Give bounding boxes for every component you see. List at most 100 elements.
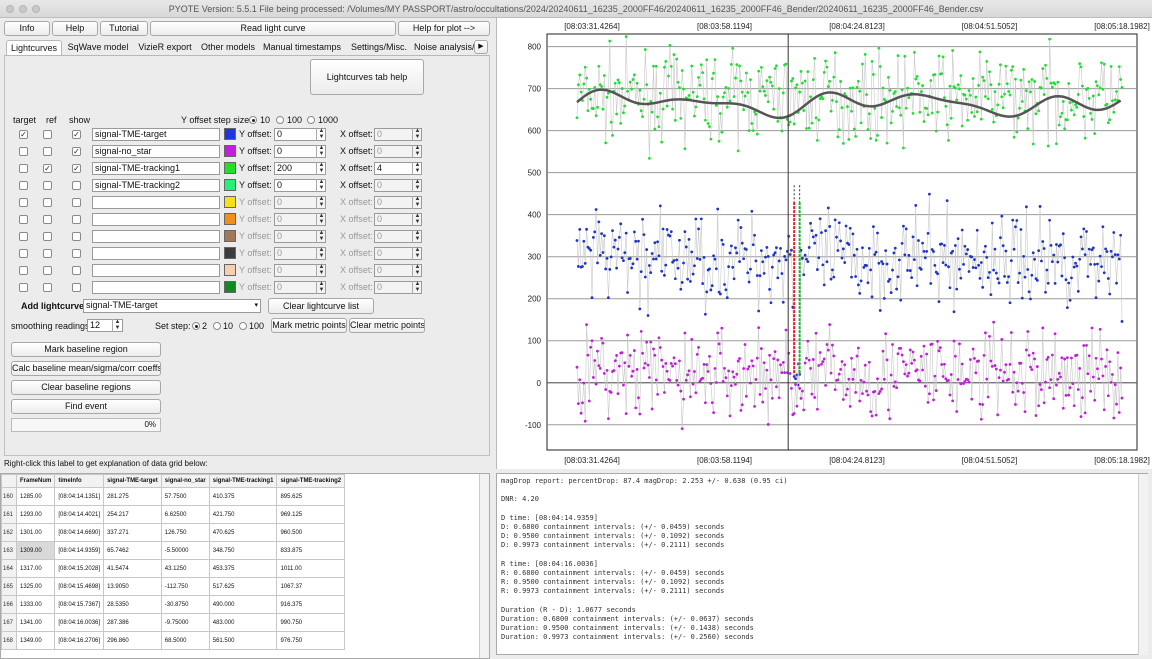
- show-checkbox[interactable]: ✓: [72, 164, 81, 173]
- table-cell[interactable]: 976.750: [276, 631, 346, 650]
- tab-noise-analysis[interactable]: Noise analysis/: [414, 40, 474, 55]
- x-offset-stepper-icon[interactable]: ▲ ▼: [412, 230, 422, 243]
- color-swatch[interactable]: [224, 179, 236, 191]
- row-header[interactable]: 160: [1, 487, 17, 506]
- table-row[interactable]: 160 1285.00 [08:04:14.1351] 281.275 57.7500 4…: [1, 487, 346, 506]
- target-checkbox[interactable]: [19, 215, 28, 224]
- lightcurve-name-field[interactable]: [92, 281, 220, 294]
- show-checkbox[interactable]: ✓: [72, 147, 81, 156]
- target-checkbox[interactable]: [19, 147, 28, 156]
- color-swatch[interactable]: [224, 247, 236, 259]
- table-cell[interactable]: 1067.37: [276, 577, 346, 596]
- smoothing-stepper-icon[interactable]: ▲ ▼: [112, 319, 122, 332]
- data-grid-hint-label[interactable]: Right-click this label to get explanatio…: [4, 459, 208, 468]
- table-cell[interactable]: 13.9050: [103, 577, 162, 596]
- ref-checkbox[interactable]: [43, 198, 52, 207]
- table-cell[interactable]: -5.50000: [160, 541, 210, 560]
- x-offset-stepper-icon[interactable]: ▲ ▼: [412, 145, 422, 158]
- table-cell[interactable]: -9.75000: [160, 613, 210, 632]
- table-cell[interactable]: 68.5000: [160, 631, 210, 650]
- target-checkbox[interactable]: [19, 198, 28, 207]
- table-cell[interactable]: [08:04:16.0036]: [54, 613, 105, 632]
- table-cell[interactable]: 1349.00: [15, 631, 56, 650]
- ref-checkbox[interactable]: [43, 266, 52, 275]
- y-offset-stepper-icon[interactable]: ▲ ▼: [316, 264, 326, 277]
- ref-checkbox[interactable]: [43, 283, 52, 292]
- magdrop-report[interactable]: magDrop report: percentDrop: 87.4 magDro…: [496, 473, 1148, 655]
- table-cell[interactable]: 410.375: [208, 487, 278, 506]
- row-header[interactable]: 163: [1, 541, 17, 560]
- table-cell[interactable]: -112.750: [160, 577, 210, 596]
- y-offset-stepper-icon[interactable]: ▲ ▼: [316, 196, 326, 209]
- color-swatch[interactable]: [224, 230, 236, 242]
- help-for-plot-button[interactable]: Help for plot -->: [398, 21, 490, 36]
- lightcurve-name-field[interactable]: [92, 230, 220, 243]
- tab-other-models[interactable]: Other models: [198, 40, 258, 55]
- lightcurve-name-field[interactable]: [92, 247, 220, 260]
- row-header[interactable]: 166: [1, 595, 17, 614]
- data-grid[interactable]: FrameNum timeInfo signal-TME-target signal-…: [0, 473, 490, 659]
- ref-checkbox[interactable]: ✓: [43, 164, 52, 173]
- tab-scroll-right-icon[interactable]: ▶: [474, 40, 488, 54]
- table-cell[interactable]: -30.8750: [160, 595, 210, 614]
- table-cell[interactable]: 916.375: [276, 595, 346, 614]
- tab-lightcurves[interactable]: Lightcurves: [6, 40, 62, 55]
- target-checkbox[interactable]: ✓: [19, 130, 28, 139]
- x-offset-stepper-icon[interactable]: ▲ ▼: [412, 128, 422, 141]
- show-checkbox[interactable]: ✓: [72, 130, 81, 139]
- y-offset-stepper-icon[interactable]: ▲ ▼: [316, 213, 326, 226]
- tab-settings-misc[interactable]: Settings/Misc.: [346, 40, 412, 55]
- y-offset-stepper-icon[interactable]: ▲ ▼: [316, 145, 326, 158]
- x-offset-stepper-icon[interactable]: ▲ ▼: [412, 196, 422, 209]
- table-cell[interactable]: 1011.00: [276, 559, 346, 578]
- target-checkbox[interactable]: [19, 164, 28, 173]
- target-checkbox[interactable]: [19, 232, 28, 241]
- table-cell[interactable]: 990.750: [276, 613, 346, 632]
- y-offset-stepper-icon[interactable]: ▲ ▼: [316, 281, 326, 294]
- row-header[interactable]: 161: [1, 505, 17, 524]
- table-cell[interactable]: 561.500: [208, 631, 278, 650]
- x-offset-stepper-icon[interactable]: ▲ ▼: [412, 264, 422, 277]
- find-event-button[interactable]: Find event: [11, 399, 161, 414]
- lightcurve-plot[interactable]: 800 700 600 500 400 300 200 100 0 -100 [08:03:31.4…: [496, 18, 1152, 469]
- lightcurve-name-field[interactable]: [92, 196, 220, 209]
- table-cell[interactable]: 470.625: [208, 523, 278, 542]
- set-step-100-radio[interactable]: [239, 322, 247, 330]
- table-cell[interactable]: 1285.00: [15, 487, 56, 506]
- ref-checkbox[interactable]: [43, 232, 52, 241]
- table-row[interactable]: 166 1333.00 [08:04:15.7367] 28.5350 -30.8750…: [1, 595, 346, 614]
- table-cell[interactable]: 254.217: [103, 505, 162, 524]
- row-header[interactable]: 168: [1, 631, 17, 650]
- color-swatch[interactable]: [224, 162, 236, 174]
- read-light-curve-button[interactable]: Read light curve: [150, 21, 396, 36]
- table-cell[interactable]: 57.7500: [160, 487, 210, 506]
- x-offset-stepper-icon[interactable]: ▲ ▼: [412, 281, 422, 294]
- table-cell[interactable]: 43.1250: [160, 559, 210, 578]
- table-cell[interactable]: 1341.00: [15, 613, 56, 632]
- lightcurves-tab-help-button[interactable]: Lightcurves tab help: [310, 59, 424, 95]
- set-step-10-radio[interactable]: [213, 322, 221, 330]
- lightcurve-name-field[interactable]: [92, 213, 220, 226]
- y-offset-stepper-icon[interactable]: ▲ ▼: [316, 230, 326, 243]
- clear-lightcurve-list-button[interactable]: Clear lightcurve list: [268, 298, 374, 314]
- table-cell[interactable]: [08:04:14.1351]: [54, 487, 105, 506]
- color-swatch[interactable]: [224, 145, 236, 157]
- show-checkbox[interactable]: [72, 181, 81, 190]
- table-row[interactable]: 165 1325.00 [08:04:15.4698] 13.9050 -112.750…: [1, 577, 346, 596]
- ref-checkbox[interactable]: [43, 130, 52, 139]
- row-header[interactable]: 167: [1, 613, 17, 632]
- table-cell[interactable]: [08:04:15.4698]: [54, 577, 105, 596]
- x-offset-stepper-icon[interactable]: ▲ ▼: [412, 213, 422, 226]
- add-lightcurve-select[interactable]: signal-TME-target ▾: [83, 299, 261, 313]
- table-cell[interactable]: 453.375: [208, 559, 278, 578]
- table-cell[interactable]: 969.125: [276, 505, 346, 524]
- column-header[interactable]: signal-TME-target: [103, 474, 162, 488]
- window-controls[interactable]: [6, 5, 40, 13]
- step-100-radio[interactable]: [276, 116, 284, 124]
- show-checkbox[interactable]: [72, 198, 81, 207]
- minimize-window-icon[interactable]: [19, 5, 27, 13]
- target-checkbox[interactable]: [19, 249, 28, 258]
- table-row[interactable]: 163 1309.00 [08:04:14.9359] 65.7462 -5.50000…: [1, 541, 346, 560]
- ref-checkbox[interactable]: [43, 215, 52, 224]
- tab-sqwave-model[interactable]: SqWave model: [64, 40, 132, 55]
